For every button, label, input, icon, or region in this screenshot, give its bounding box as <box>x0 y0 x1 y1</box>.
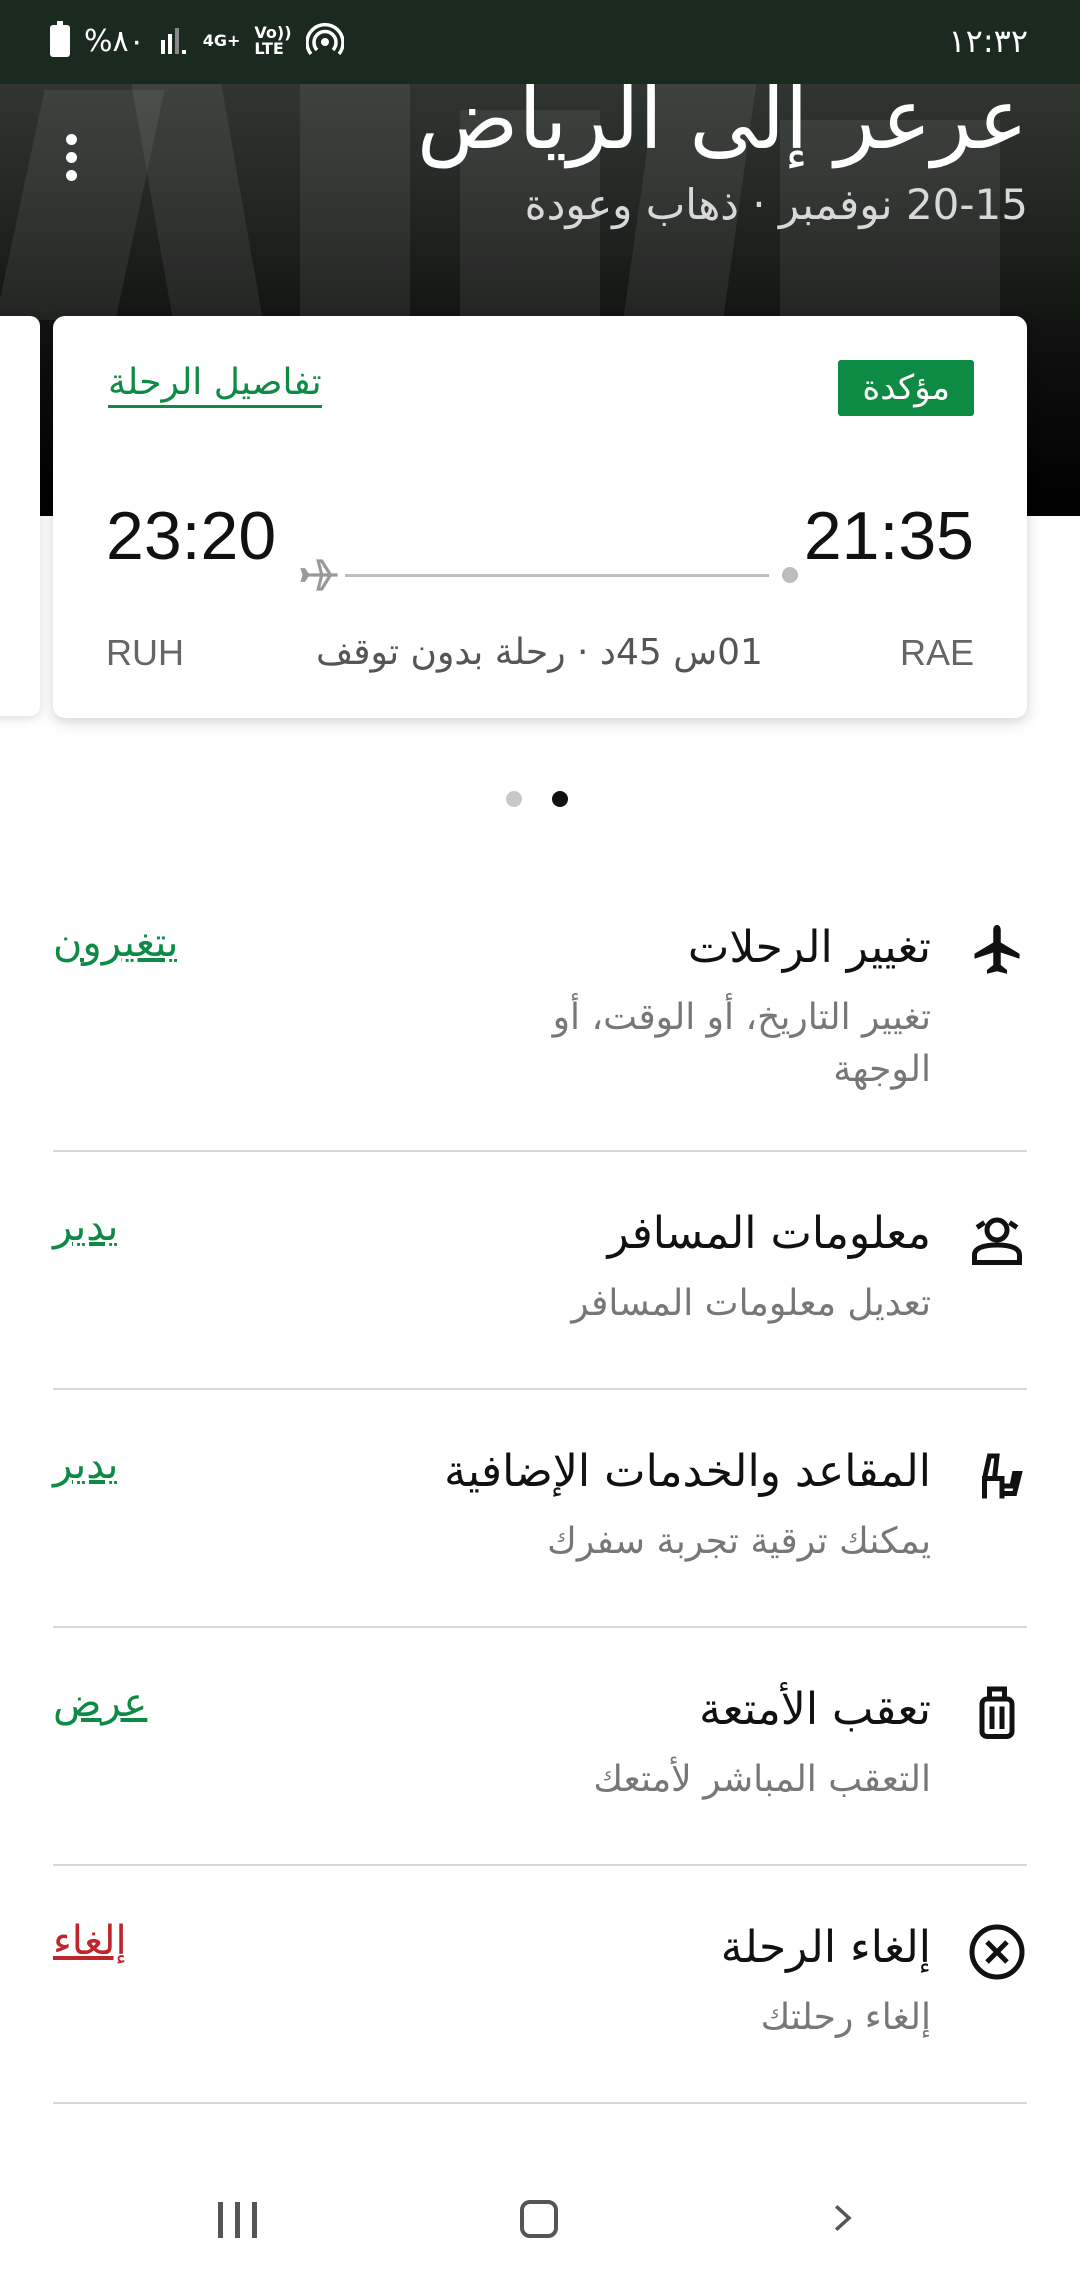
flight-details-link[interactable]: تفاصيل الرحلة <box>108 362 322 408</box>
option-description: إلغاء رحلتك <box>760 1997 931 2038</box>
manage-seats-button[interactable]: يدير <box>53 1442 118 1488</box>
cancel-circle-icon <box>969 1924 1025 1980</box>
home-icon[interactable] <box>520 2200 558 2238</box>
option-title: معلومات المسافر <box>607 1208 931 1259</box>
change-flights-button[interactable]: يتغيرون <box>53 920 178 966</box>
status-badge: مؤكدة <box>838 360 974 416</box>
view-baggage-button[interactable]: عرض <box>53 1680 147 1726</box>
battery-icon <box>50 21 70 57</box>
more-options-icon[interactable] <box>66 134 78 188</box>
option-change-flights[interactable]: تغيير الرحلات تغيير التاريخ، أو الوقت، أ… <box>53 880 1027 1152</box>
option-description: تعديل معلومات المسافر <box>571 1283 931 1324</box>
passenger-icon <box>972 1217 1022 1265</box>
option-seats-extras[interactable]: المقاعد والخدمات الإضافية يمكنك ترقية تج… <box>53 1390 1027 1628</box>
origin-dot <box>782 567 798 583</box>
recent-apps-icon[interactable] <box>218 2202 257 2238</box>
volte-indicator: Vo)) LTE <box>254 23 292 58</box>
previous-flight-card[interactable] <box>0 316 40 716</box>
departure-time: 21:35 <box>803 498 974 574</box>
seat-icon <box>982 1453 1023 1499</box>
skyline-building <box>127 60 263 320</box>
status-bar: %٨٠ 4G+ Vo)) LTE ١٢:٣٢ <box>0 0 1080 84</box>
option-description: يمكنك ترقية تجربة سفرك <box>547 1521 931 1562</box>
option-baggage-tracking[interactable]: تعقب الأمتعة التعقب المباشر لأمتعك عرض <box>53 1628 1027 1866</box>
clock: ١٢:٣٢ <box>948 22 1028 60</box>
battery-level: %٨٠ <box>84 23 145 59</box>
plane-icon <box>300 559 338 591</box>
arrival-time: 23:20 <box>106 498 277 574</box>
cancel-trip-button[interactable]: إلغاء <box>53 1918 127 1964</box>
skyline-building <box>300 70 410 320</box>
destination-code: RUH <box>106 632 184 673</box>
manage-options-list: تغيير الرحلات تغيير التاريخ، أو الوقت، أ… <box>53 880 1027 2104</box>
system-nav-bar <box>0 2160 1080 2280</box>
pager-dot-active[interactable] <box>552 791 568 807</box>
signal-icon <box>160 28 186 54</box>
option-title: المقاعد والخدمات الإضافية <box>444 1446 931 1497</box>
origin-code: RAE <box>899 632 974 673</box>
option-title: تعقب الأمتعة <box>699 1684 931 1735</box>
back-icon[interactable] <box>828 2204 856 2232</box>
option-passenger-info[interactable]: معلومات المسافر تعديل معلومات المسافر يد… <box>53 1152 1027 1390</box>
pager-dot[interactable] <box>506 791 522 807</box>
status-indicators: %٨٠ 4G+ Vo)) LTE <box>50 21 345 60</box>
airplane-icon <box>974 925 1020 974</box>
flight-duration: 01س 45د · رحلة بدون توقف <box>316 632 763 673</box>
manage-passenger-button[interactable]: يدير <box>53 1204 118 1250</box>
network-type: 4G+ <box>202 31 241 50</box>
option-title: تغيير الرحلات <box>687 922 931 973</box>
trip-title: عرعر إلى الرياض <box>416 70 1028 168</box>
trip-subtitle: 20-15 نوفمبر · ذهاب وعودة <box>524 180 1028 229</box>
luggage-icon <box>979 1686 1015 1739</box>
option-cancel-trip[interactable]: إلغاء الرحلة إلغاء رحلتك إلغاء <box>53 1866 1027 2104</box>
card-pager <box>506 791 568 807</box>
option-description: تغيير التاريخ، أو الوقت، أو الوجهة <box>552 997 931 1090</box>
flight-card[interactable]: مؤكدة تفاصيل الرحلة 21:35 23:20 RAE 01س … <box>53 316 1027 718</box>
option-description: التعقب المباشر لأمتعك <box>593 1759 931 1800</box>
option-title: إلغاء الرحلة <box>720 1922 931 1973</box>
hotspot-icon <box>306 23 345 56</box>
route-line <box>345 574 769 577</box>
